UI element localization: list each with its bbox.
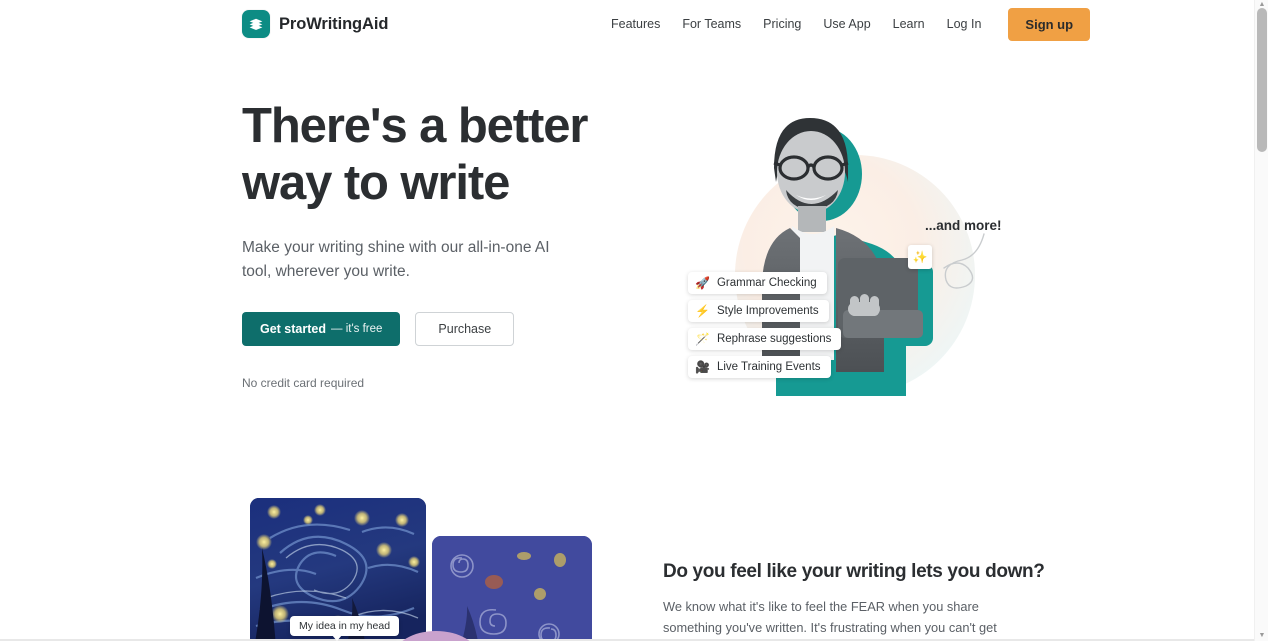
section2-body: We know what it's like to feel the FEAR … xyxy=(663,599,997,641)
squiggle-decoration xyxy=(943,233,985,289)
hero-illustration: ...and more! ✨ 🚀 Grammar Checking ⚡ Styl… xyxy=(660,100,1020,440)
feature-chip-list: 🚀 Grammar Checking ⚡ Style Improvements … xyxy=(688,272,868,384)
page-scrollbar[interactable]: ▲ ▼ xyxy=(1254,0,1268,641)
get-started-note: — it's free xyxy=(331,322,383,335)
feature-chip-style-improvements[interactable]: ⚡ Style Improvements xyxy=(688,300,829,322)
sparkles-icon: ✨ xyxy=(908,245,932,269)
idea-vs-reality-illustration: My idea in my head xyxy=(242,498,642,641)
main-navigation: Features For Teams Pricing Use App Learn… xyxy=(600,0,1091,48)
feature-chip-label: Live Training Events xyxy=(716,361,821,373)
nav-item-features[interactable]: Features xyxy=(600,0,671,48)
get-started-button[interactable]: Get started — it's free xyxy=(242,311,401,346)
hero-actions: Get started — it's free Purchase xyxy=(242,311,642,346)
get-started-label: Get started xyxy=(260,321,326,336)
feature-chip-live-training-events[interactable]: 🎥 Live Training Events xyxy=(688,356,831,378)
book-pages-icon xyxy=(242,10,270,38)
nav-item-learn[interactable]: Learn xyxy=(882,0,936,48)
rocket-icon: 🚀 xyxy=(695,276,710,290)
feature-chip-grammar-checking[interactable]: 🚀 Grammar Checking xyxy=(688,272,827,294)
brand-logo-link[interactable]: ProWritingAid xyxy=(242,10,388,38)
feature-chip-label: Grammar Checking xyxy=(716,277,817,289)
purchase-button[interactable]: Purchase xyxy=(415,311,515,346)
page-root: ProWritingAid Features For Teams Pricing… xyxy=(0,0,1268,641)
hero-copy: There's a better way to write Make your … xyxy=(242,98,642,390)
feature-chip-label: Rephrase suggestions xyxy=(716,333,832,345)
hero-section: There's a better way to write Make your … xyxy=(0,48,1254,468)
nav-item-use-app[interactable]: Use App xyxy=(812,0,881,48)
nav-item-for-teams[interactable]: For Teams xyxy=(671,0,752,48)
idea-in-my-head-label: My idea in my head xyxy=(290,616,400,641)
page-title: There's a better way to write xyxy=(242,99,588,210)
writing-lets-you-down-section: My idea in my head Do you feel like your… xyxy=(0,468,1254,641)
brand-name: ProWritingAid xyxy=(279,14,389,33)
section2-title: Do you feel like your writing lets you d… xyxy=(663,561,1045,582)
hero-subtitle: Make your writing shine with our all-in-… xyxy=(242,238,550,280)
sign-up-button[interactable]: Sign up xyxy=(1008,7,1091,41)
site-header: ProWritingAid Features For Teams Pricing… xyxy=(0,0,1254,48)
feature-chip-label: Style Improvements xyxy=(716,305,819,317)
lightning-icon: ⚡ xyxy=(695,304,710,318)
nav-item-log-in[interactable]: Log In xyxy=(936,0,993,48)
section2-copy: Do you feel like your writing lets you d… xyxy=(663,561,1045,641)
nav-item-pricing[interactable]: Pricing xyxy=(752,0,812,48)
sparkles-glyph: ✨ xyxy=(912,250,928,264)
childlike-drawing-card xyxy=(432,536,592,641)
scrollbar-thumb[interactable] xyxy=(1257,8,1267,152)
scroll-down-arrow-icon[interactable]: ▼ xyxy=(1258,632,1266,640)
no-credit-card-note: No credit card required xyxy=(242,375,365,390)
and-more-label: ...and more! xyxy=(925,218,1002,233)
feature-chip-rephrase-suggestions[interactable]: 🪄 Rephrase suggestions xyxy=(688,328,842,350)
magic-wand-icon: 🪄 xyxy=(695,332,710,346)
video-camera-icon: 🎥 xyxy=(695,360,710,374)
